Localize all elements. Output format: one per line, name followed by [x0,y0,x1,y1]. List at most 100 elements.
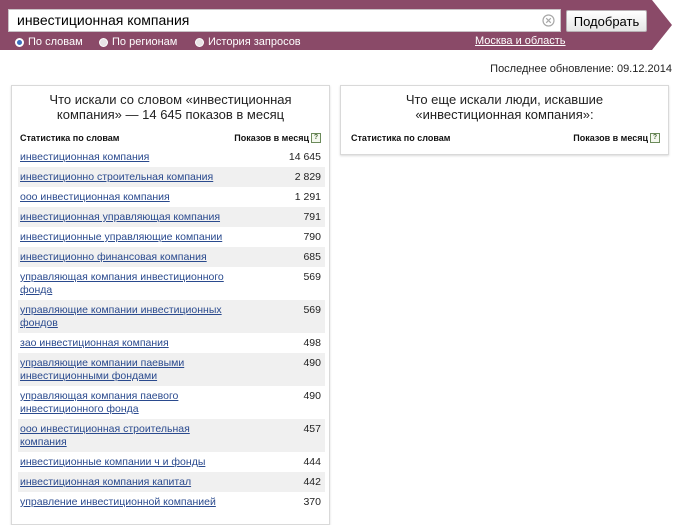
mode-label: История запросов [208,36,301,48]
count-cell: 569 [265,300,325,333]
count-cell: 791 [265,207,325,227]
phrase-cell: инвестиционно строительная компания [18,167,265,187]
table-row: управляющая компания паевого инвестиционн… [18,386,325,419]
phrase-cell: инвестиционная компания [18,147,265,167]
count-cell: 2 829 [265,167,325,187]
submit-button[interactable]: Подобрать [566,10,647,32]
results-table: инвестиционная компания 14 645 инвестицион… [18,147,325,512]
table-row: инвестиционные управляющие компании 790 [18,227,325,247]
phrase-cell: инвестиционные компании ч и фонды [18,452,265,472]
phrase-link[interactable]: управляющие компании паевыми [20,357,184,369]
search-input[interactable] [9,10,529,31]
phrase-cell: управление инвестиционной компанией [18,492,265,512]
table-row: управление инвестиционной компанией 370 [18,492,325,512]
col-header-words: Статистика по словам [20,133,119,143]
search-header: Подобрать По словам По регионам История … [0,0,688,50]
col-header-shows-label: Показов в месяц [573,133,648,143]
help-icon[interactable]: ? [650,133,660,143]
radio-by-regions[interactable] [99,37,108,47]
phrase-link[interactable]: инвестиционная управляющая компания [20,211,220,223]
count-cell: 370 [303,496,321,508]
count-cell: 444 [303,456,321,468]
count-cell: 569 [303,271,321,283]
phrase-cell: инвестиционная компания капитал [18,472,265,492]
col-header-shows-label: Показов в месяц [234,133,309,143]
table-row: зао инвестиционная компания 498 [18,333,325,353]
phrase-cell: управляющая компания паевого инвестиционн… [18,386,265,419]
panel-title: Что искали со словом «инвестиционная ком… [12,86,329,122]
table-row: инвестиционная управляющая компания 791 [18,207,325,227]
phrase-link-continued[interactable]: инвестиционными фондами [20,370,157,382]
phrase-link[interactable]: ооо инвестиционная строительная [20,423,190,435]
table-row: управляющая компания инвестиционного фонд… [18,267,325,300]
phrase-cell: инвестиционная управляющая компания [18,207,265,227]
col-header-words: Статистика по словам [351,133,450,143]
phrase-link[interactable]: управляющая компания инвестиционного [20,271,224,283]
phrase-link[interactable]: инвестиционные компании ч и фонды [20,456,205,468]
related-searches-panel: Что еще искали люди, искавшие «инвестици… [340,85,669,155]
phrase-link[interactable]: управляющие компании инвестиционных [20,304,222,316]
phrase-cell: ооо инвестиционная компания [18,187,265,207]
count-cell: 685 [265,247,325,267]
phrase-link-continued[interactable]: компания [20,436,67,448]
phrase-link-continued[interactable]: фонда [20,284,52,296]
phrase-link[interactable]: зао инвестиционная компания [20,337,169,349]
table-row: ооо инвестиционная строительная компания 4… [18,419,325,452]
table-row: инвестиционно финансовая компания 685 [18,247,325,267]
phrase-link[interactable]: управление инвестиционной компанией [20,496,216,508]
count-cell: 14 645 [288,151,321,163]
panel-title-line2: «инвестиционная компания»: [415,107,594,122]
phrase-link[interactable]: инвестиционно строительная компания [20,171,213,183]
phrase-link[interactable]: ооо инвестиционная компания [20,191,170,203]
phrase-link[interactable]: инвестиционные управляющие компании [20,231,222,243]
mode-label: По регионам [112,36,178,48]
phrase-link[interactable]: инвестиционно финансовая компания [20,251,207,263]
radio-history[interactable] [195,37,204,47]
mode-label: По словам [28,36,83,48]
region-link[interactable]: Москва и область [475,35,566,47]
search-box [8,9,561,32]
mode-history[interactable]: История запросов [195,35,301,49]
phrase-link[interactable]: инвестиционная компания [20,151,149,163]
table-row: управляющие компании инвестиционных фондо… [18,300,325,333]
count-cell: 1 291 [294,191,321,203]
radio-by-words[interactable] [15,37,24,47]
phrase-link[interactable]: инвестиционная компания капитал [20,476,191,488]
panel-title: Что еще искали люди, искавшие «инвестици… [341,86,668,122]
count-cell: 790 [303,231,321,243]
help-icon[interactable]: ? [311,133,321,143]
count-cell: 490 [265,353,325,386]
table-row: инвестиционно строительная компания 2 829 [18,167,325,187]
phrase-link[interactable]: управляющая компания паевого [20,390,178,402]
count-cell: 490 [303,390,321,402]
phrase-cell: зао инвестиционная компания [18,333,265,353]
phrase-cell: инвестиционно финансовая компания [18,247,265,267]
table-row: инвестиционная компания 14 645 [18,147,325,167]
phrase-cell: ооо инвестиционная строительная компания [18,419,265,452]
table-row: инвестиционные компании ч и фонды 444 [18,452,325,472]
col-header-shows: Показов в месяц ? [234,133,321,143]
col-header-words-label: Статистика по словам [20,133,120,143]
count-cell: 457 [265,419,325,452]
count-cell: 442 [265,472,325,492]
col-header-words-label: Статистика по словам [351,133,451,143]
col-header-shows: Показов в месяц ? [573,133,660,143]
last-updated: Последнее обновление: 09.12.2014 [490,63,672,75]
table-row: инвестиционная компания капитал 442 [18,472,325,492]
panel-title-line2: компания» — 14 645 показов в месяц [56,107,285,122]
table-row: ооо инвестиционная компания 1 291 [18,187,325,207]
panel-title-line1: Что еще искали люди, искавшие [405,92,604,107]
phrase-link-continued[interactable]: фондов [20,317,58,329]
phrase-cell: инвестиционные управляющие компании [18,227,265,247]
phrase-cell: управляющие компании паевыми инвестиционн… [18,353,265,386]
count-cell: 498 [303,337,321,349]
phrase-cell: управляющие компании инвестиционных фондо… [18,300,265,333]
phrase-cell: управляющая компания инвестиционного фонд… [18,267,265,300]
words-stats-panel: Что искали со словом «инвестиционная ком… [11,85,330,525]
mode-by-words[interactable]: По словам [15,35,83,49]
mode-by-regions[interactable]: По регионам [99,35,177,49]
table-row: управляющие компании паевыми инвестиционн… [18,353,325,386]
phrase-link-continued[interactable]: инвестиционного фонда [20,403,139,415]
clear-icon[interactable] [542,14,555,27]
panel-title-line1: Что искали со словом «инвестиционная [49,92,292,107]
